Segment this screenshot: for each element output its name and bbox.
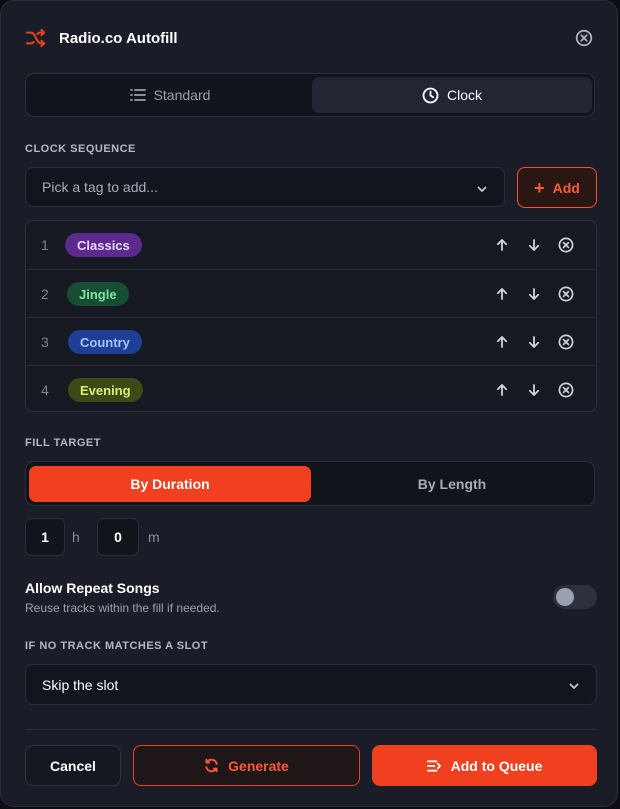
tab-clock-label: Clock [446,87,482,103]
row-actions [486,233,582,257]
tag-pill: Country [68,330,142,354]
cancel-button[interactable]: Cancel [25,745,121,786]
arrow-up-icon[interactable] [486,330,518,354]
footer-divider [25,729,595,730]
allow-repeat-toggle[interactable] [553,585,597,609]
list-icon [129,88,154,102]
sequence-list: 1 Classics 2 Jingle 3 Country 4 Evening [25,220,597,412]
tag-picker[interactable]: Pick a tag to add... [25,167,505,207]
clock-icon [422,87,447,104]
tag-pill: Evening [68,378,143,402]
sequence-number: 1 [41,237,49,253]
add-to-queue-button[interactable]: Add to Queue [372,745,597,786]
chevron-down-icon [568,679,580,695]
repeat-title: Allow Repeat Songs [25,580,160,596]
tag-pill: Jingle [67,282,129,306]
plus-icon: + [534,177,545,198]
remove-icon[interactable] [550,330,582,354]
remove-icon[interactable] [550,378,582,402]
arrow-up-icon[interactable] [486,378,518,402]
list-item: 2 Jingle [26,269,596,318]
arrow-down-icon[interactable] [518,233,550,257]
arrow-up-icon[interactable] [486,233,518,257]
refresh-icon [204,758,228,773]
sequence-number: 2 [41,286,49,302]
dialog-title: Radio.co Autofill [59,29,178,47]
autofill-dialog: Radio.co Autofill Standard Clock CLOCK S… [0,0,618,807]
arrow-up-icon[interactable] [486,282,518,306]
remove-icon[interactable] [550,233,582,257]
repeat-description: Reuse tracks within the fill if needed. [25,601,220,615]
sequence-number: 3 [41,334,49,350]
no-match-label: IF NO TRACK MATCHES A SLOT [25,640,209,652]
row-actions [486,330,582,354]
hours-input[interactable]: 1 [25,518,65,556]
queue-add-icon [426,759,451,773]
generate-button[interactable]: Generate [133,745,360,786]
add-tag-button[interactable]: + Add [517,167,597,208]
tab-clock[interactable]: Clock [312,77,592,113]
tag-picker-placeholder: Pick a tag to add... [42,179,158,195]
add-tag-label: Add [552,179,580,196]
tab-standard-label: Standard [153,87,211,103]
generate-label: Generate [228,757,289,774]
no-match-select[interactable]: Skip the slot [25,664,597,705]
row-actions [486,378,582,402]
close-icon[interactable] [575,29,593,47]
row-actions [486,282,582,306]
list-item: 4 Evening [26,365,596,414]
tab-standard[interactable]: Standard [29,77,311,113]
fill-target-label: FILL TARGET [25,437,101,449]
arrow-down-icon[interactable] [518,330,550,354]
minutes-input[interactable]: 0 [97,518,139,556]
add-to-queue-label: Add to Queue [450,757,543,774]
mode-tabs: Standard Clock [25,73,595,117]
tag-pill: Classics [65,233,142,257]
arrow-down-icon[interactable] [518,282,550,306]
toggle-knob [556,588,574,606]
clock-sequence-label: CLOCK SEQUENCE [25,143,136,155]
minutes-unit: m [148,529,160,545]
fill-target-toggle: By Duration By Length [25,461,595,506]
cancel-label: Cancel [50,757,96,774]
hours-unit: h [72,529,80,545]
dialog-header: Radio.co Autofill [25,27,593,49]
no-match-value: Skip the slot [42,676,119,693]
list-item: 1 Classics [26,221,596,269]
by-duration-button[interactable]: By Duration [29,466,311,502]
arrow-down-icon[interactable] [518,378,550,402]
list-item: 3 Country [26,317,596,366]
remove-icon[interactable] [550,282,582,306]
chevron-down-icon [476,182,488,198]
shuffle-icon [25,29,47,47]
by-length-button[interactable]: By Length [311,466,593,502]
sequence-number: 4 [41,382,49,398]
